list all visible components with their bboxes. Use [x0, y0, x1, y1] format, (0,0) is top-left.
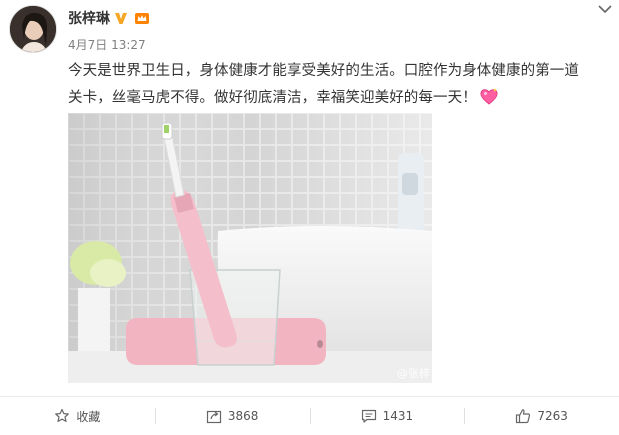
- comment-button[interactable]: 1431: [309, 397, 465, 435]
- chevron-down-icon[interactable]: [597, 0, 613, 14]
- avatar[interactable]: [9, 5, 57, 53]
- repost-icon: [206, 408, 222, 424]
- post-timestamp[interactable]: 4月7日 13:27: [68, 36, 146, 53]
- username-row: 张梓琳: [68, 8, 150, 28]
- comment-count: 1431: [382, 409, 414, 423]
- like-button[interactable]: 7263: [464, 397, 619, 435]
- star-icon: [54, 408, 70, 424]
- post-text-line-2-text: 关卡，丝毫马虎不得。做好彻底清洁，幸福笑迎美好的每一天！: [68, 90, 477, 106]
- repost-count: 3868: [227, 409, 259, 423]
- post-text-line-2: 关卡，丝毫马虎不得。做好彻底清洁，幸福笑迎美好的每一天！: [68, 85, 613, 112]
- repost-button[interactable]: 3868: [154, 397, 310, 435]
- comment-icon: [361, 408, 377, 424]
- verified-v-badge-icon: [114, 11, 128, 25]
- sparkling-heart-icon: [479, 87, 499, 105]
- crown-member-icon[interactable]: [134, 11, 150, 25]
- thumbs-up-icon: [515, 408, 531, 424]
- post-image[interactable]: @张梓: [68, 113, 432, 383]
- post-text-line-1: 今天是世界卫生日，身体健康才能享受美好的生活。口腔作为身体健康的第一道: [68, 63, 579, 79]
- image-watermark: @张梓: [397, 367, 430, 380]
- like-count: 7263: [537, 409, 568, 423]
- username[interactable]: 张梓琳: [68, 8, 110, 28]
- favorite-button[interactable]: 收藏: [0, 397, 155, 435]
- action-bar: 收藏 3868 1431 7263: [0, 397, 619, 435]
- post-text: 今天是世界卫生日，身体健康才能享受美好的生活。口腔作为身体健康的第一道 关卡，丝…: [68, 58, 613, 112]
- favorite-label: 收藏: [76, 409, 101, 424]
